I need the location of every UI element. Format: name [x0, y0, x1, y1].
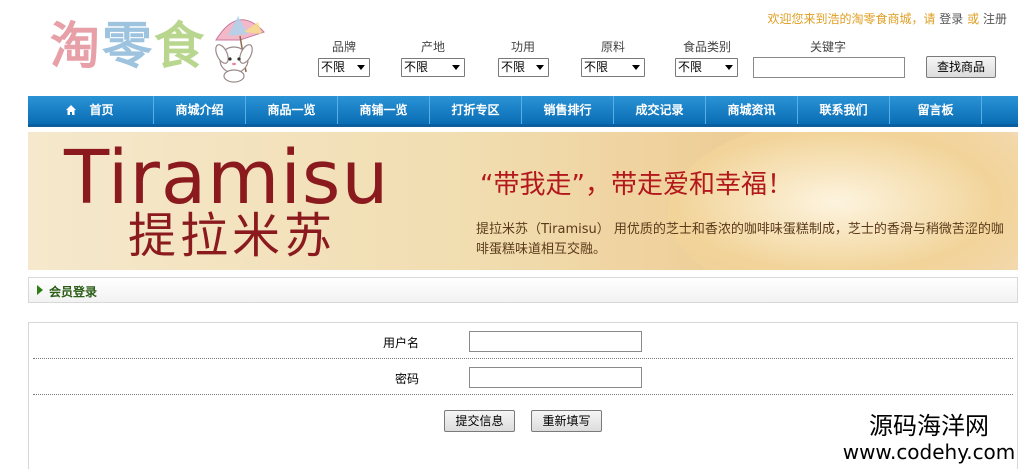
chevron-down-icon — [357, 65, 365, 70]
submit-button[interactable]: 提交信息 — [444, 410, 515, 432]
username-row: 用户名 — [33, 323, 1013, 359]
welcome-message: 欢迎您来到浩的淘零食商城，请 — [767, 12, 936, 26]
reset-button[interactable]: 重新填写 — [531, 410, 602, 432]
password-input[interactable] — [469, 367, 642, 388]
logo-char-3: 食 — [154, 16, 204, 75]
username-label: 用户名 — [382, 336, 419, 350]
main-nav: 首页 商城介绍 商品一览 商铺一览 打折专区 销售排行 成交记录 商城资讯 联系… — [28, 96, 1018, 127]
promo-banner: Tiramisu 提拉米苏 “带我走”，带走爱和幸福！ 提拉米苏（Tiramis… — [28, 132, 1018, 270]
site-logo[interactable]: 淘 零 食 — [50, 10, 270, 84]
nav-item-home[interactable]: 首页 — [28, 96, 154, 124]
welcome-or: 或 — [967, 12, 980, 26]
function-select-value: 不限 — [501, 60, 526, 74]
nav-item-contact[interactable]: 联系我们 — [798, 96, 890, 124]
ingredient-select-value: 不限 — [584, 60, 609, 74]
nav-label-home: 首页 — [89, 103, 114, 117]
chevron-down-icon — [452, 65, 460, 70]
home-icon — [66, 105, 76, 115]
watermark-cn: 源码海洋网 — [869, 412, 989, 440]
category-select-value: 不限 — [678, 60, 703, 74]
filter-label-function: 功用 — [510, 40, 535, 54]
filter-label-brand: 品牌 — [331, 40, 356, 54]
filter-label-ingredient: 原料 — [600, 40, 625, 54]
function-select[interactable]: 不限 — [498, 58, 549, 77]
nav-item-about[interactable]: 商城介绍 — [154, 96, 246, 124]
search-button[interactable]: 查找商品 — [926, 56, 996, 78]
bunny-mascot-icon — [215, 16, 265, 83]
nav-item-deals[interactable]: 成交记录 — [614, 96, 706, 124]
brand-select[interactable]: 不限 — [318, 58, 370, 77]
brand-select-value: 不限 — [321, 60, 346, 74]
register-link[interactable]: 注册 — [983, 12, 1007, 26]
banner-description: 提拉米苏（Tiramisu） 用优质的芝士和香浓的咖啡味蛋糕制成，芝士的香滑与稍… — [476, 222, 1004, 257]
origin-select-value: 不限 — [404, 60, 429, 74]
banner-title-cn: 提拉米苏 — [128, 208, 337, 264]
watermark-url: www.codehy.com — [842, 440, 1016, 464]
origin-select[interactable]: 不限 — [401, 58, 465, 77]
password-row: 密码 — [33, 359, 1013, 395]
logo-char-1: 淘 — [50, 16, 100, 75]
ingredient-select[interactable]: 不限 — [581, 58, 645, 77]
category-select[interactable]: 不限 — [675, 58, 738, 77]
chevron-down-icon — [725, 65, 733, 70]
welcome-text: 欢迎您来到浩的淘零食商城，请 登录 或 注册 — [767, 10, 1007, 27]
login-link[interactable]: 登录 — [939, 12, 963, 26]
keyword-input[interactable] — [753, 57, 905, 78]
triangle-right-icon — [37, 285, 43, 295]
filter-label-origin: 产地 — [420, 40, 445, 54]
chevron-down-icon — [632, 65, 640, 70]
password-label: 密码 — [394, 372, 419, 386]
keyword-label: 关键字 — [809, 40, 846, 54]
username-input[interactable] — [469, 331, 642, 352]
nav-item-products[interactable]: 商品一览 — [246, 96, 338, 124]
nav-item-ranking[interactable]: 销售排行 — [522, 96, 614, 124]
member-login-header: 会员登录 — [28, 277, 1018, 303]
nav-item-shops[interactable]: 商铺一览 — [338, 96, 430, 124]
nav-item-news[interactable]: 商城资讯 — [706, 96, 798, 124]
watermark: 源码海洋网 www.codehy.com — [826, 412, 1032, 468]
banner-slogan: “带我走”，带走爱和幸福！ — [480, 170, 793, 200]
chevron-down-icon — [536, 65, 544, 70]
logo-char-2: 零 — [102, 16, 152, 75]
filter-label-category: 食品类别 — [682, 40, 731, 54]
member-login-title: 会员登录 — [49, 285, 98, 299]
nav-item-discount[interactable]: 打折专区 — [430, 96, 522, 124]
nav-item-guestbook[interactable]: 留言板 — [890, 96, 982, 124]
banner-title-en: Tiramisu — [64, 135, 390, 221]
